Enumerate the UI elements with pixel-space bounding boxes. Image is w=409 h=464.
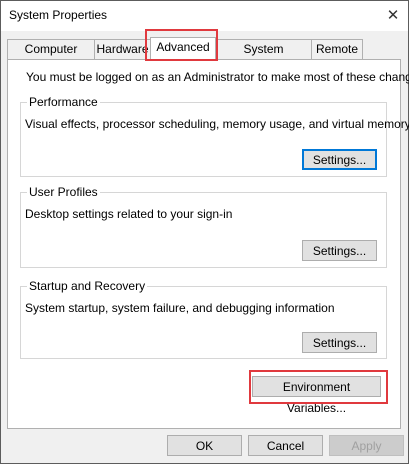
startup-recovery-settings-button[interactable]: Settings... (302, 332, 377, 353)
user-profiles-group: User Profiles Desktop settings related t… (20, 185, 387, 268)
tab-system-protection[interactable]: System Protection (215, 39, 312, 75)
performance-group: Performance Visual effects, processor sc… (20, 95, 409, 177)
user-profiles-description: Desktop settings related to your sign-in (25, 207, 233, 221)
close-icon[interactable]: ✕ (378, 1, 408, 31)
startup-recovery-group: Startup and Recovery System startup, sys… (20, 279, 387, 359)
cancel-button[interactable]: Cancel (248, 435, 323, 456)
window-title: System Properties (9, 8, 108, 22)
system-properties-dialog: System Properties ✕ Computer Name Hardwa… (0, 0, 409, 464)
performance-title: Performance (27, 95, 100, 109)
tab-computer-name[interactable]: Computer Name (7, 39, 95, 75)
ok-button[interactable]: OK (167, 435, 242, 456)
title-bar: System Properties ✕ (1, 1, 408, 31)
performance-settings-button[interactable]: Settings... (302, 149, 377, 170)
advanced-tab-panel: You must be logged on as an Administrato… (7, 59, 409, 429)
environment-variables-button[interactable]: Environment Variables... (252, 376, 381, 415)
tab-remote[interactable]: Remote (311, 39, 363, 59)
tab-hardware[interactable]: Hardware (94, 39, 151, 59)
tab-advanced[interactable]: Advanced (150, 37, 216, 60)
apply-button: Apply (329, 435, 404, 456)
startup-recovery-description: System startup, system failure, and debu… (25, 301, 335, 315)
user-profiles-title: User Profiles (27, 185, 100, 199)
admin-note: You must be logged on as an Administrato… (26, 70, 409, 84)
user-profiles-settings-button[interactable]: Settings... (302, 240, 377, 261)
performance-description: Visual effects, processor scheduling, me… (25, 117, 409, 131)
startup-recovery-title: Startup and Recovery (27, 279, 148, 293)
